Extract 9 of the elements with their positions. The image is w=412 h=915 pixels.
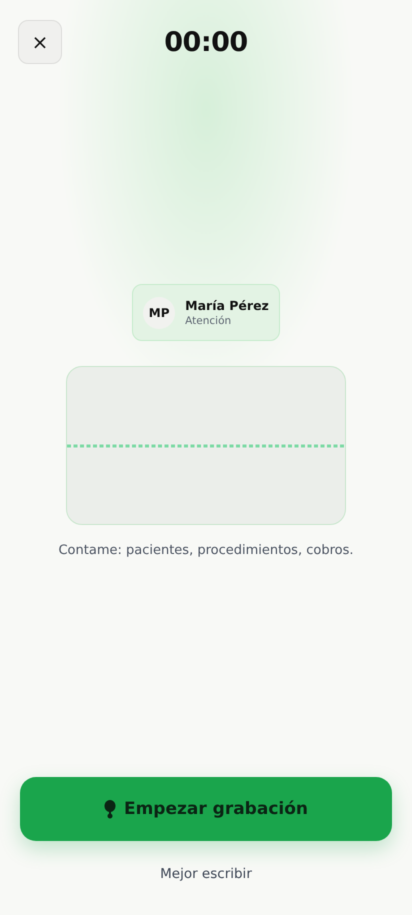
patient-role: Atención	[185, 315, 232, 327]
microphone-icon	[104, 800, 116, 818]
start-recording-button[interactable]: Empezar grabación	[20, 777, 392, 841]
timer: 00:00	[163, 26, 249, 58]
close-button[interactable]: ×	[18, 20, 62, 64]
write-instead-link[interactable]: Mejor escribir	[160, 866, 252, 882]
prompt-text: Contame: pacientes, procedimientos, cobros.	[58, 543, 354, 558]
patient-name: María Pérez	[185, 298, 269, 313]
avatar: MP	[143, 296, 176, 328]
